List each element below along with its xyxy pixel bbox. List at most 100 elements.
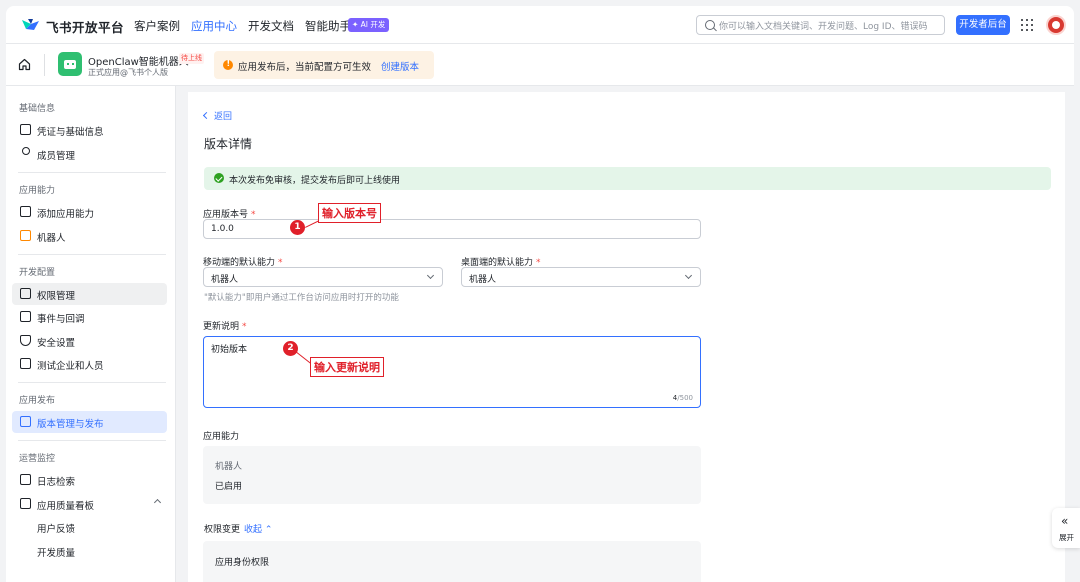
permission-icon <box>20 288 31 299</box>
sidebar-item-add-capability[interactable]: 添加应用能力 <box>12 201 167 223</box>
mobile-default-value: 机器人 <box>211 275 239 285</box>
sidebar-item-quality-board[interactable]: 应用质量看板 <box>12 493 167 515</box>
sidebar-item-dev-quality[interactable]: 开发质量 <box>12 540 167 562</box>
sidebar-item-events[interactable]: 事件与回调 <box>12 306 167 328</box>
sidebar-item-label: 用户反馈 <box>37 524 76 535</box>
capability-status: 已启用 <box>215 482 243 492</box>
sidebar-item-label: 应用质量看板 <box>37 501 95 512</box>
nav-assistant[interactable]: 智能助手 <box>305 18 351 34</box>
sidebar-item-robot[interactable]: 机器人 <box>12 225 167 247</box>
app-grid-icon[interactable] <box>1021 19 1033 31</box>
publish-icon <box>20 416 31 427</box>
version-value: 1.0.0 <box>211 224 234 234</box>
sidebar-section-title: 运营监控 <box>19 454 56 464</box>
developer-console-button[interactable]: 开发者后台 <box>956 15 1010 35</box>
app-subtitle: 正式应用@飞书个人版 <box>88 68 168 77</box>
sidebar-item-members[interactable]: 成员管理 <box>12 143 167 165</box>
nav-app-center[interactable]: 应用中心 <box>191 18 237 34</box>
sidebar-section-title: 基础信息 <box>19 104 56 114</box>
sidebar-item-label: 测试企业和人员 <box>37 361 104 372</box>
user-avatar[interactable] <box>1046 15 1066 35</box>
grid-add-icon <box>20 206 31 217</box>
sidebar-item-label: 事件与回调 <box>37 314 85 325</box>
version-detail-panel: 返回 版本详情 本次发布免审核，提交发布后即可上线使用 应用版本号 * 1.0.0… <box>188 92 1065 582</box>
log-icon <box>20 474 31 485</box>
shield-icon <box>20 335 31 346</box>
expand-label: 展开 <box>1059 533 1074 542</box>
back-link[interactable]: 返回 <box>204 109 232 122</box>
sidebar-divider <box>18 172 166 173</box>
capability-section-label: 应用能力 <box>203 432 240 442</box>
chart-icon <box>20 498 31 509</box>
sidebar-item-version-publish[interactable]: 版本管理与发布 <box>12 411 167 433</box>
robot-icon <box>20 230 31 241</box>
app-name: OpenClaw智能机器人 <box>88 57 189 68</box>
app-status-tag: 待上线 <box>179 53 204 64</box>
check-circle-icon <box>214 173 224 183</box>
feishu-logo-icon[interactable] <box>20 17 40 33</box>
mobile-default-select[interactable]: 机器人 <box>203 267 443 287</box>
sidebar-divider <box>18 382 166 383</box>
sidebar-item-label: 添加应用能力 <box>37 209 95 220</box>
nav-docs[interactable]: 开发文档 <box>248 18 294 34</box>
chevron-up-icon <box>153 498 162 507</box>
app-identity-permission-title: 应用身份权限 <box>215 558 270 568</box>
warning-icon <box>223 59 233 70</box>
sidebar-item-label: 日志检索 <box>37 477 76 488</box>
sidebar-item-label: 机器人 <box>37 233 66 244</box>
double-chevron-left-icon: « <box>1061 514 1069 528</box>
sidebar-item-permissions[interactable]: 权限管理 <box>12 283 167 305</box>
description-label: 更新说明 * <box>203 322 247 332</box>
sidebar-section-title: 应用能力 <box>19 186 56 196</box>
sidebar-item-test-users[interactable]: 测试企业和人员 <box>12 353 167 375</box>
annotation-1-label: 输入版本号 <box>318 203 381 223</box>
publish-notice: 应用发布后，当前配置方可生效 创建版本 <box>214 51 434 79</box>
success-text: 本次发布免审核，提交发布后即可上线使用 <box>229 176 401 186</box>
sidebar-divider <box>18 440 166 441</box>
notice-text: 应用发布后，当前配置方可生效 <box>238 62 372 73</box>
annotation-2-badge: 2 <box>283 341 298 356</box>
app-header: OpenClaw智能机器人 待上线 正式应用@飞书个人版 应用发布后，当前配置方… <box>6 44 1074 86</box>
sidebar-item-label: 权限管理 <box>37 291 76 302</box>
permission-change-label: 权限变更 收起 ⌃ <box>204 525 273 535</box>
capability-box: 机器人 已启用 <box>203 446 701 504</box>
sidebar-item-label: 版本管理与发布 <box>37 419 104 430</box>
sidebar-item-label: 开发质量 <box>37 548 76 559</box>
annotation-2-label: 输入更新说明 <box>310 357 384 377</box>
sidebar-item-user-feedback[interactable]: 用户反馈 <box>12 516 167 538</box>
default-capability-hint: "默认能力"即用户通过工作台访问应用时打开的功能 <box>204 293 399 303</box>
top-navbar: 飞书开放平台 客户案例 应用中心 开发文档 智能助手 ✦ AI 开发 你可以输入… <box>6 6 1074 44</box>
search-icon <box>705 20 715 30</box>
description-value: 初始版本 <box>211 345 248 355</box>
desktop-default-select[interactable]: 机器人 <box>461 267 701 287</box>
nav-customer-cases[interactable]: 客户案例 <box>134 18 180 34</box>
permission-box: 应用身份权限 <box>203 541 701 582</box>
person-icon <box>21 147 30 155</box>
app-robot-icon <box>58 52 82 76</box>
page-title: 版本详情 <box>204 137 253 151</box>
sidebar: 基础信息 凭证与基础信息 成员管理 应用能力 添加应用能力 机器人 开发配置 权… <box>6 86 176 582</box>
version-input[interactable]: 1.0.0 <box>203 219 701 239</box>
expand-panel-button[interactable]: « 展开 <box>1052 508 1080 548</box>
sidebar-item-label: 安全设置 <box>37 338 76 349</box>
home-icon[interactable] <box>18 58 31 71</box>
sidebar-section-title: 应用发布 <box>19 396 56 406</box>
sidebar-section-title: 开发配置 <box>19 268 56 278</box>
collapse-toggle[interactable]: 收起 ⌃ <box>244 525 272 535</box>
success-alert: 本次发布免审核，提交发布后即可上线使用 <box>204 167 1051 190</box>
event-icon <box>20 311 31 322</box>
brand-name[interactable]: 飞书开放平台 <box>46 17 124 36</box>
sidebar-item-credentials[interactable]: 凭证与基础信息 <box>12 119 167 141</box>
credential-icon <box>20 124 31 135</box>
sidebar-item-label: 成员管理 <box>37 151 76 162</box>
search-input[interactable]: 你可以输入文档关键词、开发问题、Log ID、错误码 <box>696 15 945 35</box>
annotation-1-badge: 1 <box>290 220 305 235</box>
header-divider <box>44 54 45 76</box>
test-icon <box>20 358 31 369</box>
description-textarea[interactable]: 初始版本 4/500 <box>203 336 701 408</box>
sidebar-item-log-search[interactable]: 日志检索 <box>12 469 167 491</box>
create-version-link[interactable]: 创建版本 <box>381 59 419 73</box>
sidebar-item-security[interactable]: 安全设置 <box>12 330 167 352</box>
chevron-down-icon <box>684 271 693 280</box>
char-counter: 4/500 <box>672 394 693 402</box>
